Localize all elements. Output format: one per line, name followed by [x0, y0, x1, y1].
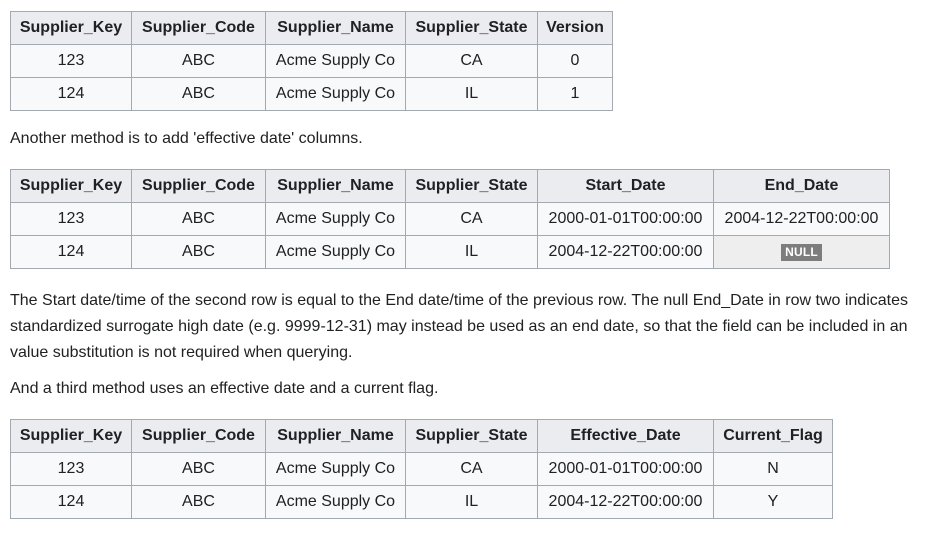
column-header: Supplier_Key: [10, 169, 132, 203]
table-cell: ABC: [131, 452, 266, 486]
table-cell: 0: [537, 44, 613, 78]
table-cell: 2004-12-22T00:00:00: [537, 485, 714, 519]
table-cell: 2000-01-01T00:00:00: [537, 452, 714, 486]
table-row: 124 ABC Acme Supply Co IL 2004-12-22T00:…: [10, 235, 890, 269]
column-header: Version: [537, 11, 613, 45]
column-header: Supplier_Name: [265, 11, 406, 45]
table-cell: 123: [10, 452, 132, 486]
table-cell: IL: [405, 235, 538, 269]
effective-date-table: Supplier_Key Supplier_Code Supplier_Name…: [10, 169, 890, 269]
table-header-row: Supplier_Key Supplier_Code Supplier_Name…: [10, 11, 613, 45]
column-header: Supplier_Code: [131, 419, 266, 453]
table-cell: 1: [537, 77, 613, 111]
table-cell: ABC: [131, 202, 266, 236]
table-row: 124 ABC Acme Supply Co IL 2004-12-22T00:…: [10, 485, 833, 519]
paragraph-start-end-explanation: The Start date/time of the second row is…: [10, 289, 944, 365]
column-header: Supplier_State: [405, 419, 538, 453]
table-header-row: Supplier_Key Supplier_Code Supplier_Name…: [10, 419, 833, 453]
table-header-row: Supplier_Key Supplier_Code Supplier_Name…: [10, 169, 890, 203]
column-header: Supplier_Name: [265, 419, 406, 453]
column-header: End_Date: [713, 169, 890, 203]
table-cell: Acme Supply Co: [265, 202, 406, 236]
table-cell: Acme Supply Co: [265, 44, 406, 78]
column-header: Current_Flag: [713, 419, 833, 453]
null-badge: NULL: [781, 244, 822, 261]
table-row: 123 ABC Acme Supply Co CA 2000-01-01T00:…: [10, 452, 833, 486]
paragraph-effective-date: Another method is to add 'effective date…: [10, 130, 363, 147]
paragraph-line: standardized surrogate high date (e.g. 9…: [10, 318, 908, 335]
column-header: Start_Date: [537, 169, 714, 203]
paragraph-current-flag: And a third method uses an effective dat…: [10, 380, 439, 397]
table-cell: 2004-12-22T00:00:00: [713, 202, 890, 236]
table-cell: 123: [10, 44, 132, 78]
table-cell: Y: [713, 485, 833, 519]
table-row: 123 ABC Acme Supply Co CA 0: [10, 44, 613, 78]
null-cell: NULL: [713, 235, 890, 269]
table-cell: 124: [10, 77, 132, 111]
table-cell: 124: [10, 485, 132, 519]
table-cell: 123: [10, 202, 132, 236]
paragraph-line: The Start date/time of the second row is…: [10, 292, 908, 309]
table-cell: IL: [405, 77, 538, 111]
column-header: Supplier_State: [405, 169, 538, 203]
column-header: Supplier_Name: [265, 169, 406, 203]
table-cell: Acme Supply Co: [265, 485, 406, 519]
table-row: 123 ABC Acme Supply Co CA 2000-01-01T00:…: [10, 202, 890, 236]
current-flag-table: Supplier_Key Supplier_Code Supplier_Name…: [10, 419, 833, 519]
table-cell: N: [713, 452, 833, 486]
table-cell: 2000-01-01T00:00:00: [537, 202, 714, 236]
table-cell: CA: [405, 44, 538, 78]
table-cell: Acme Supply Co: [265, 77, 406, 111]
table-cell: CA: [405, 452, 538, 486]
column-header: Supplier_Code: [131, 169, 266, 203]
paragraph-line: value substitution is not required when …: [10, 344, 353, 361]
table-cell: CA: [405, 202, 538, 236]
table-cell: Acme Supply Co: [265, 452, 406, 486]
column-header: Supplier_Key: [10, 11, 132, 45]
table-cell: 124: [10, 235, 132, 269]
article-content: Supplier_Key Supplier_Code Supplier_Name…: [10, 11, 944, 519]
column-header: Supplier_Code: [131, 11, 266, 45]
table-cell: IL: [405, 485, 538, 519]
table-cell: 2004-12-22T00:00:00: [537, 235, 714, 269]
table-cell: ABC: [131, 485, 266, 519]
table-cell: ABC: [131, 235, 266, 269]
table-row: 124 ABC Acme Supply Co IL 1: [10, 77, 613, 111]
table-cell: Acme Supply Co: [265, 235, 406, 269]
column-header: Supplier_Key: [10, 419, 132, 453]
version-table: Supplier_Key Supplier_Code Supplier_Name…: [10, 11, 613, 111]
table-cell: ABC: [131, 77, 266, 111]
column-header: Supplier_State: [405, 11, 538, 45]
table-cell: ABC: [131, 44, 266, 78]
column-header: Effective_Date: [537, 419, 714, 453]
